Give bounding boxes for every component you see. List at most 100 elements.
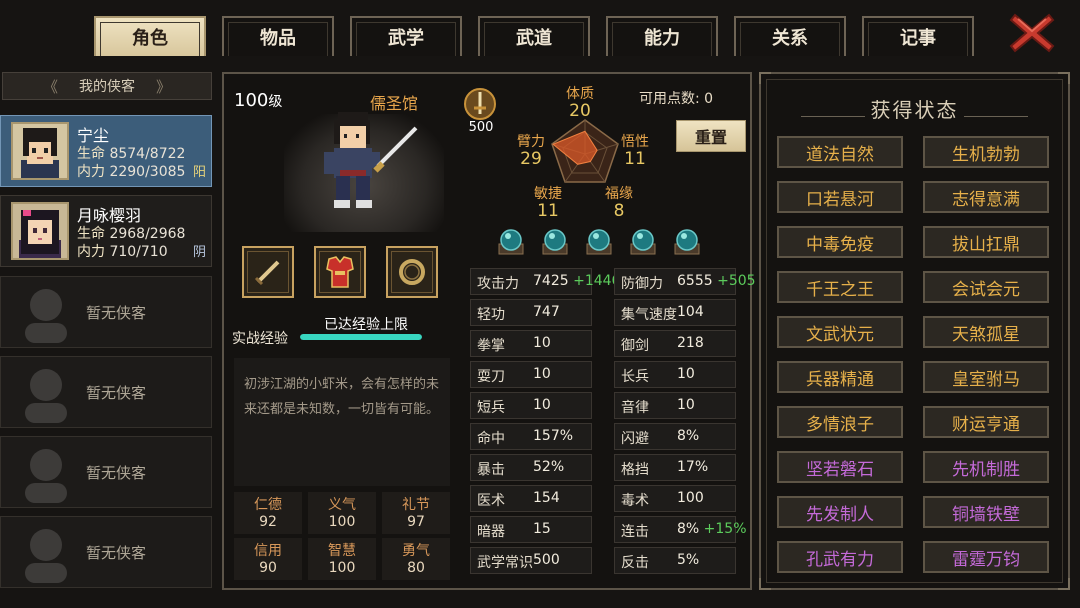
stat-value: 218 — [677, 335, 704, 351]
stat-label: 暗器 — [477, 524, 505, 540]
jade-orb-icon[interactable] — [584, 226, 614, 256]
exp-bar — [300, 334, 422, 340]
status-badge[interactable]: 铜墙铁壁 — [923, 496, 1049, 528]
character-card[interactable]: 宁尘 生命 8574/8722 内力 2290/3085 阳 — [0, 115, 212, 187]
stat-label: 连击 — [621, 524, 649, 540]
stat-value: 10 — [677, 397, 695, 413]
stat-value: 154 — [533, 490, 560, 506]
weapon-slot[interactable] — [242, 246, 294, 298]
status-badge[interactable]: 兵器精通 — [777, 361, 903, 393]
status-badge[interactable]: 道法自然 — [777, 136, 903, 168]
stat-value: 10 — [533, 366, 551, 382]
status-badge[interactable]: 中毒免疫 — [777, 226, 903, 258]
silhouette-icon — [25, 449, 67, 503]
stat-cell: 反击 5% — [614, 547, 736, 574]
armor-slot[interactable] — [314, 246, 366, 298]
virtue-cell: 仁德 92 — [234, 492, 302, 534]
attr-comprehension[interactable]: 悟性 11 — [621, 134, 649, 168]
stat-label: 反击 — [621, 555, 649, 571]
stat-value: 100 — [677, 490, 704, 506]
stat-label: 防御力 — [621, 276, 663, 292]
attr-agility[interactable]: 敏捷 11 — [534, 186, 562, 220]
exp-status: 已达经验上限 — [324, 317, 408, 333]
jade-orb-icon[interactable] — [672, 226, 702, 256]
tab-martial-way[interactable]: 武道 — [478, 16, 590, 56]
tab-items[interactable]: 物品 — [222, 16, 334, 56]
character-card[interactable]: 月咏樱羽 生命 2968/2968 内力 710/710 阴 — [0, 195, 212, 267]
stat-value: 10 — [533, 397, 551, 413]
status-badge[interactable]: 孔武有力 — [777, 541, 903, 573]
status-badge[interactable]: 多情浪子 — [777, 406, 903, 438]
status-badge[interactable]: 生机勃勃 — [923, 136, 1049, 168]
status-badge[interactable]: 口若悬河 — [777, 181, 903, 213]
close-button[interactable] — [1007, 10, 1057, 56]
chevron-left-icon[interactable]: 《 — [43, 76, 58, 97]
stat-cell: 耍刀 10 — [470, 361, 592, 388]
status-badge[interactable]: 天煞孤星 — [923, 316, 1049, 348]
stat-label: 短兵 — [477, 400, 505, 416]
frame-corner — [1058, 72, 1070, 84]
status-badge[interactable]: 先机制胜 — [923, 451, 1049, 483]
character-portrait — [11, 202, 69, 260]
status-badge[interactable]: 志得意满 — [923, 181, 1049, 213]
stat-value: 15 — [533, 521, 551, 537]
stat-label: 武学常识 — [477, 555, 533, 571]
accessory-slot[interactable] — [386, 246, 438, 298]
status-badge[interactable]: 坚若磐石 — [777, 451, 903, 483]
tab-character[interactable]: 角色 — [94, 16, 206, 56]
status-badge[interactable]: 拔山扛鼎 — [923, 226, 1049, 258]
chevron-right-icon[interactable]: 》 — [156, 76, 171, 97]
reset-button[interactable]: 重置 — [676, 120, 746, 152]
stat-cell: 拳掌 10 — [470, 330, 592, 357]
status-panel: 获得状态 道法自然 生机勃勃 口若悬河 志得意满 中毒免疫 拔山扛鼎 千王之王 会试会元 文武状… — [759, 72, 1070, 590]
stat-value: 747 — [533, 304, 560, 320]
alignment-badge: 阳 — [192, 165, 206, 180]
stat-label: 暴击 — [477, 462, 505, 478]
stat-cell: 医术 154 — [470, 485, 592, 512]
sword-icon — [254, 260, 280, 286]
status-badge[interactable]: 文武状元 — [777, 316, 903, 348]
tab-relations[interactable]: 关系 — [734, 16, 846, 56]
stat-cell: 命中 157% — [470, 423, 592, 450]
empty-character-slot[interactable]: 暂无侠客 — [0, 516, 212, 588]
jade-orb-icon[interactable] — [496, 226, 526, 256]
status-badge[interactable]: 千王之王 — [777, 271, 903, 303]
character-hp: 生命 8574/8722 — [77, 146, 186, 162]
status-badge[interactable]: 先发制人 — [777, 496, 903, 528]
stat-label: 拳掌 — [477, 338, 505, 354]
status-badge[interactable]: 财运亨通 — [923, 406, 1049, 438]
stat-value: 10 — [677, 366, 695, 382]
stat-label: 毒术 — [621, 493, 649, 509]
jade-orb-icon[interactable] — [540, 226, 570, 256]
stat-value: 10 — [533, 335, 551, 351]
attr-fortune[interactable]: 福缘 8 — [605, 186, 633, 220]
tab-abilities[interactable]: 能力 — [606, 16, 718, 56]
stat-cell: 御剑 218 — [614, 330, 736, 357]
sword-emblem-icon — [464, 88, 496, 120]
tab-martial-arts[interactable]: 武学 — [350, 16, 462, 56]
jade-orb-icon[interactable] — [628, 226, 658, 256]
character-detail-panel: 100级 儒圣馆 实战经验 已达经验上限 初涉江湖的小虾米，会有怎样的未来还都是… — [222, 72, 756, 590]
empty-character-slot[interactable]: 暂无侠客 — [0, 276, 212, 348]
status-badge[interactable]: 会试会元 — [923, 271, 1049, 303]
status-badge[interactable]: 雷霆万钧 — [923, 541, 1049, 573]
attr-constitution[interactable]: 体质 20 — [566, 86, 594, 120]
virtue-cell: 礼节 97 — [382, 492, 450, 534]
status-badge[interactable]: 皇室驸马 — [923, 361, 1049, 393]
stat-label: 闪避 — [621, 431, 649, 447]
character-level: 100级 — [234, 90, 283, 111]
virtue-cell: 信用 90 — [234, 538, 302, 580]
stat-label: 集气速度 — [621, 307, 677, 323]
empty-character-slot[interactable]: 暂无侠客 — [0, 356, 212, 428]
silhouette-icon — [25, 369, 67, 423]
frame-corner — [759, 72, 771, 84]
stat-cell: 音律 10 — [614, 392, 736, 419]
silhouette-icon — [25, 289, 67, 343]
tab-journal[interactable]: 记事 — [862, 16, 974, 56]
attr-strength[interactable]: 臂力 29 — [517, 134, 545, 168]
empty-character-slot[interactable]: 暂无侠客 — [0, 436, 212, 508]
stat-cell: 格挡 17% — [614, 454, 736, 481]
virtue-cell: 义气 100 — [308, 492, 376, 534]
stat-cell: 武学常识 500 — [470, 547, 592, 574]
stat-cell: 攻击力 7425 +1446 — [470, 268, 620, 295]
